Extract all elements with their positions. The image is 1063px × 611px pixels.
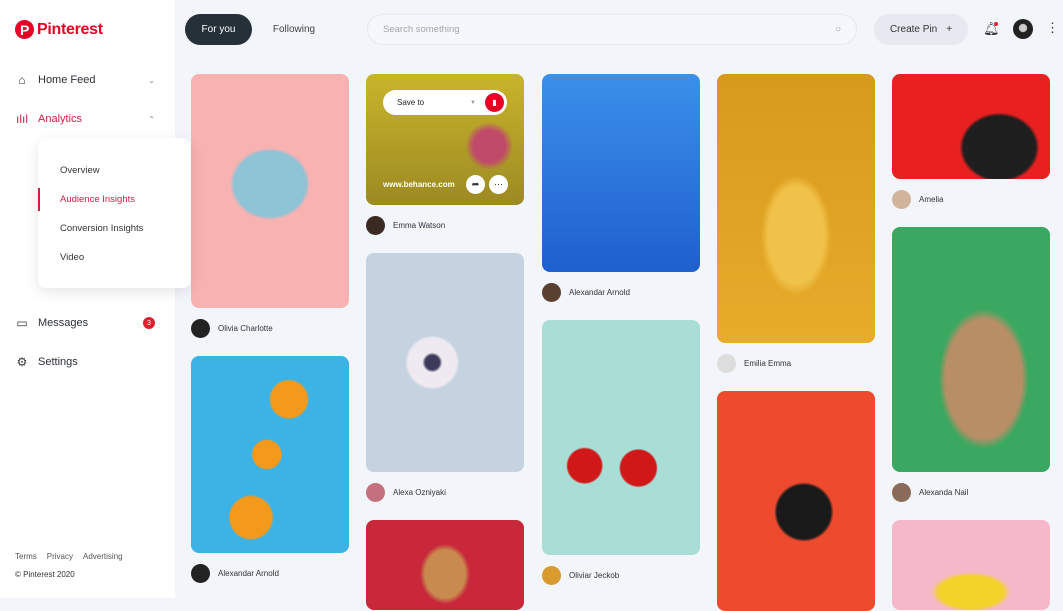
- nav-label: Messages: [38, 317, 89, 329]
- author-name: Alexandar Arnold: [218, 569, 279, 578]
- pin-author[interactable]: Emilia Emma: [717, 354, 791, 373]
- author-avatar: [542, 283, 561, 302]
- terms-link[interactable]: Terms: [15, 552, 37, 561]
- pin-author[interactable]: Alexa Ozniyaki: [366, 483, 446, 502]
- messages-badge: 3: [143, 317, 155, 329]
- search-icon[interactable]: ○: [835, 24, 841, 35]
- nav-label: Settings: [38, 356, 78, 368]
- chevron-down-icon: ▼: [470, 99, 476, 106]
- tab-following[interactable]: Following: [262, 14, 326, 45]
- sidebar: P Pinterest ⌂ Home Feed ⌄ ılıl Analytics ⌃ ▭ M…: [0, 0, 175, 598]
- plus-icon: +: [946, 24, 953, 35]
- pinterest-logo[interactable]: P Pinterest: [15, 20, 103, 39]
- advertising-link[interactable]: Advertising: [83, 552, 123, 561]
- save-to-dropdown[interactable]: Save to ▼ ▮: [383, 90, 507, 115]
- pin-source-link[interactable]: www.behance.com: [383, 180, 455, 189]
- author-name: Alexanda Nail: [919, 488, 969, 497]
- nav-label: Home Feed: [38, 74, 96, 86]
- create-pin-button[interactable]: Create Pin +: [874, 14, 968, 45]
- author-avatar: [892, 483, 911, 502]
- author-avatar: [191, 319, 210, 338]
- pin-author[interactable]: Emma Watson: [366, 216, 445, 235]
- pin-image-bulldog[interactable]: [892, 227, 1050, 472]
- author-name: Emilia Emma: [744, 359, 792, 368]
- pin-image-lollipop[interactable]: [191, 74, 349, 308]
- pin-image-cherries[interactable]: [542, 320, 700, 555]
- author-avatar: [717, 354, 736, 373]
- submenu-overview[interactable]: Overview: [60, 165, 100, 176]
- pin-author[interactable]: Oliviar Jeckob: [542, 566, 619, 585]
- more-icon[interactable]: ⋯: [489, 175, 508, 194]
- sidebar-item-analytics[interactable]: ılıl Analytics ⌃: [15, 112, 155, 126]
- pin-author[interactable]: Alexandar Arnold: [542, 283, 630, 302]
- bar-chart-icon: ılıl: [16, 112, 28, 126]
- search-placeholder: Search something: [383, 24, 460, 35]
- copyright: © Pinterest 2020: [15, 570, 75, 579]
- message-icon: ▭: [16, 316, 28, 330]
- author-avatar: [542, 566, 561, 585]
- pin-author[interactable]: Alexanda Nail: [892, 483, 968, 502]
- author-name: Olivia Charlotte: [218, 324, 273, 333]
- author-name: Alexandar Arnold: [569, 288, 630, 297]
- search-input[interactable]: Search something ○: [367, 14, 857, 45]
- author-avatar: [892, 190, 911, 209]
- save-to-label: Save to: [397, 98, 425, 107]
- pin-image-banana[interactable]: [892, 520, 1050, 610]
- pin-image-pug-beret[interactable]: [892, 74, 1050, 179]
- pin-image-oranges[interactable]: [191, 356, 349, 553]
- pin-image-man-yellow[interactable]: [717, 74, 875, 343]
- footer-links: Terms Privacy Advertising: [15, 552, 123, 561]
- sidebar-item-messages[interactable]: ▭ Messages 3: [15, 316, 155, 330]
- notification-dot: [994, 22, 998, 26]
- more-options-icon[interactable]: ⋮: [1046, 20, 1059, 36]
- create-pin-label: Create Pin: [889, 24, 938, 35]
- share-icon[interactable]: ➦: [466, 175, 485, 194]
- pin-image-camera[interactable]: [717, 391, 875, 611]
- author-name: Emma Watson: [393, 221, 446, 230]
- home-icon: ⌂: [18, 73, 26, 87]
- save-bookmark-button[interactable]: ▮: [485, 93, 504, 112]
- user-avatar[interactable]: [1013, 19, 1033, 39]
- author-name: Amelia: [919, 195, 944, 204]
- brand-name: Pinterest: [37, 20, 103, 38]
- author-name: Alexa Ozniyaki: [393, 488, 446, 497]
- gear-icon: ⚙: [16, 355, 28, 369]
- author-avatar: [366, 483, 385, 502]
- author-avatar: [366, 216, 385, 235]
- author-name: Oliviar Jeckob: [569, 571, 620, 580]
- tab-for-you[interactable]: For you: [185, 14, 252, 45]
- pin-image-anemone[interactable]: [366, 253, 524, 472]
- pin-image-puppy[interactable]: [366, 520, 524, 610]
- nav-label: Analytics: [38, 113, 83, 125]
- submenu-video[interactable]: Video: [60, 252, 84, 263]
- submenu-audience-insights[interactable]: Audience Insights: [60, 194, 135, 205]
- active-indicator: [38, 188, 40, 211]
- submenu-conversion-insights[interactable]: Conversion Insights: [60, 223, 143, 234]
- author-avatar: [191, 564, 210, 583]
- pinterest-logo-icon: P: [15, 20, 34, 39]
- chevron-down-icon: ⌄: [148, 75, 155, 85]
- pin-author[interactable]: Alexandar Arnold: [191, 564, 279, 583]
- sidebar-item-settings[interactable]: ⚙ Settings: [15, 355, 155, 369]
- pin-image-boat[interactable]: [542, 74, 700, 272]
- chevron-up-icon: ⌃: [148, 114, 155, 124]
- pin-author[interactable]: Olivia Charlotte: [191, 319, 273, 338]
- privacy-link[interactable]: Privacy: [47, 552, 73, 561]
- sidebar-item-home-feed[interactable]: ⌂ Home Feed ⌄: [15, 73, 155, 87]
- analytics-submenu: Overview Audience Insights Conversion In…: [38, 138, 191, 288]
- pin-author[interactable]: Amelia: [892, 190, 943, 209]
